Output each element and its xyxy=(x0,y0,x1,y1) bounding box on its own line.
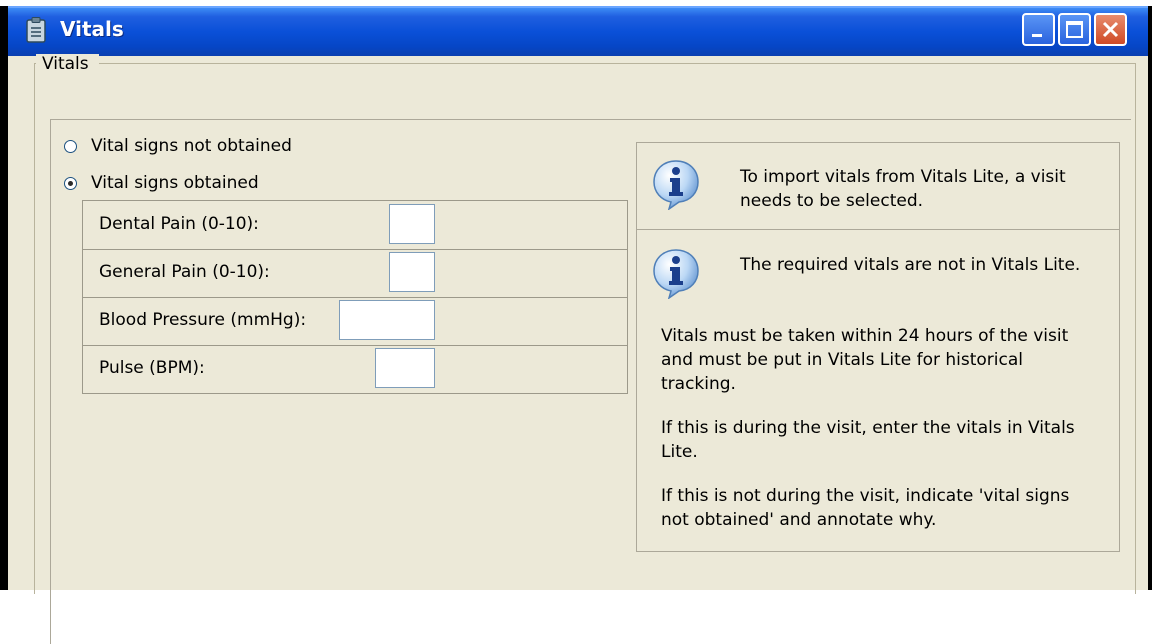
import-message: To import vitals from Vitals Lite, a vis… xyxy=(740,167,1066,211)
maximize-icon xyxy=(1066,21,1083,38)
general-pain-label: General Pain (0-10): xyxy=(99,262,270,282)
title-bar[interactable]: Vitals xyxy=(8,6,1148,56)
dental-pain-label: Dental Pain (0-10): xyxy=(99,214,259,234)
maximize-button[interactable] xyxy=(1058,13,1091,46)
pulse-label: Pulse (BPM): xyxy=(99,358,205,378)
groupbox-label: Vitals xyxy=(36,54,99,74)
vitals-window: Vitals Vitals Vital signs not obtained V… xyxy=(0,6,1152,644)
info-paragraph-not-during: If this is not during the visit, indicat… xyxy=(661,486,1070,530)
blood-pressure-input[interactable] xyxy=(339,300,435,340)
pulse-input[interactable] xyxy=(375,348,435,388)
info-paragraph-during: If this is during the visit, enter the v… xyxy=(661,418,1075,462)
radio-not-obtained[interactable]: Vital signs not obtained xyxy=(64,134,292,158)
radio-not-obtained-label: Vital signs not obtained xyxy=(91,136,292,156)
info-paragraph-time: Vitals must be taken within 24 hours of … xyxy=(661,326,1069,394)
info-panel: To import vitals from Vitals Lite, a vis… xyxy=(636,142,1120,552)
radio-obtained-circle[interactable] xyxy=(64,176,77,190)
info-divider xyxy=(637,229,1119,230)
clipboard-icon xyxy=(26,17,46,43)
window-title: Vitals xyxy=(60,17,124,41)
minimize-icon xyxy=(1032,34,1042,37)
client-area: Vitals Vital signs not obtained Vital si… xyxy=(8,54,1148,644)
info-icon xyxy=(653,249,699,299)
required-message: The required vitals are not in Vitals Li… xyxy=(740,255,1081,275)
radio-obtained-label: Vital signs obtained xyxy=(91,173,259,193)
close-button[interactable] xyxy=(1094,13,1127,46)
dental-pain-input[interactable] xyxy=(389,204,435,244)
general-pain-input[interactable] xyxy=(389,252,435,292)
general-pain-row: General Pain (0-10): xyxy=(83,249,627,298)
minimize-button[interactable] xyxy=(1022,13,1055,46)
dental-pain-row: Dental Pain (0-10): xyxy=(83,201,627,250)
close-icon xyxy=(1102,21,1119,38)
info-icon xyxy=(653,160,699,210)
blood-pressure-label: Blood Pressure (mmHg): xyxy=(99,310,307,330)
radio-obtained[interactable]: Vital signs obtained xyxy=(64,171,259,195)
blood-pressure-row: Blood Pressure (mmHg): xyxy=(83,297,627,346)
pulse-row: Pulse (BPM): xyxy=(83,345,627,393)
radio-not-obtained-circle[interactable] xyxy=(64,139,77,153)
vitals-fields-table: Dental Pain (0-10): General Pain (0-10):… xyxy=(82,200,628,394)
